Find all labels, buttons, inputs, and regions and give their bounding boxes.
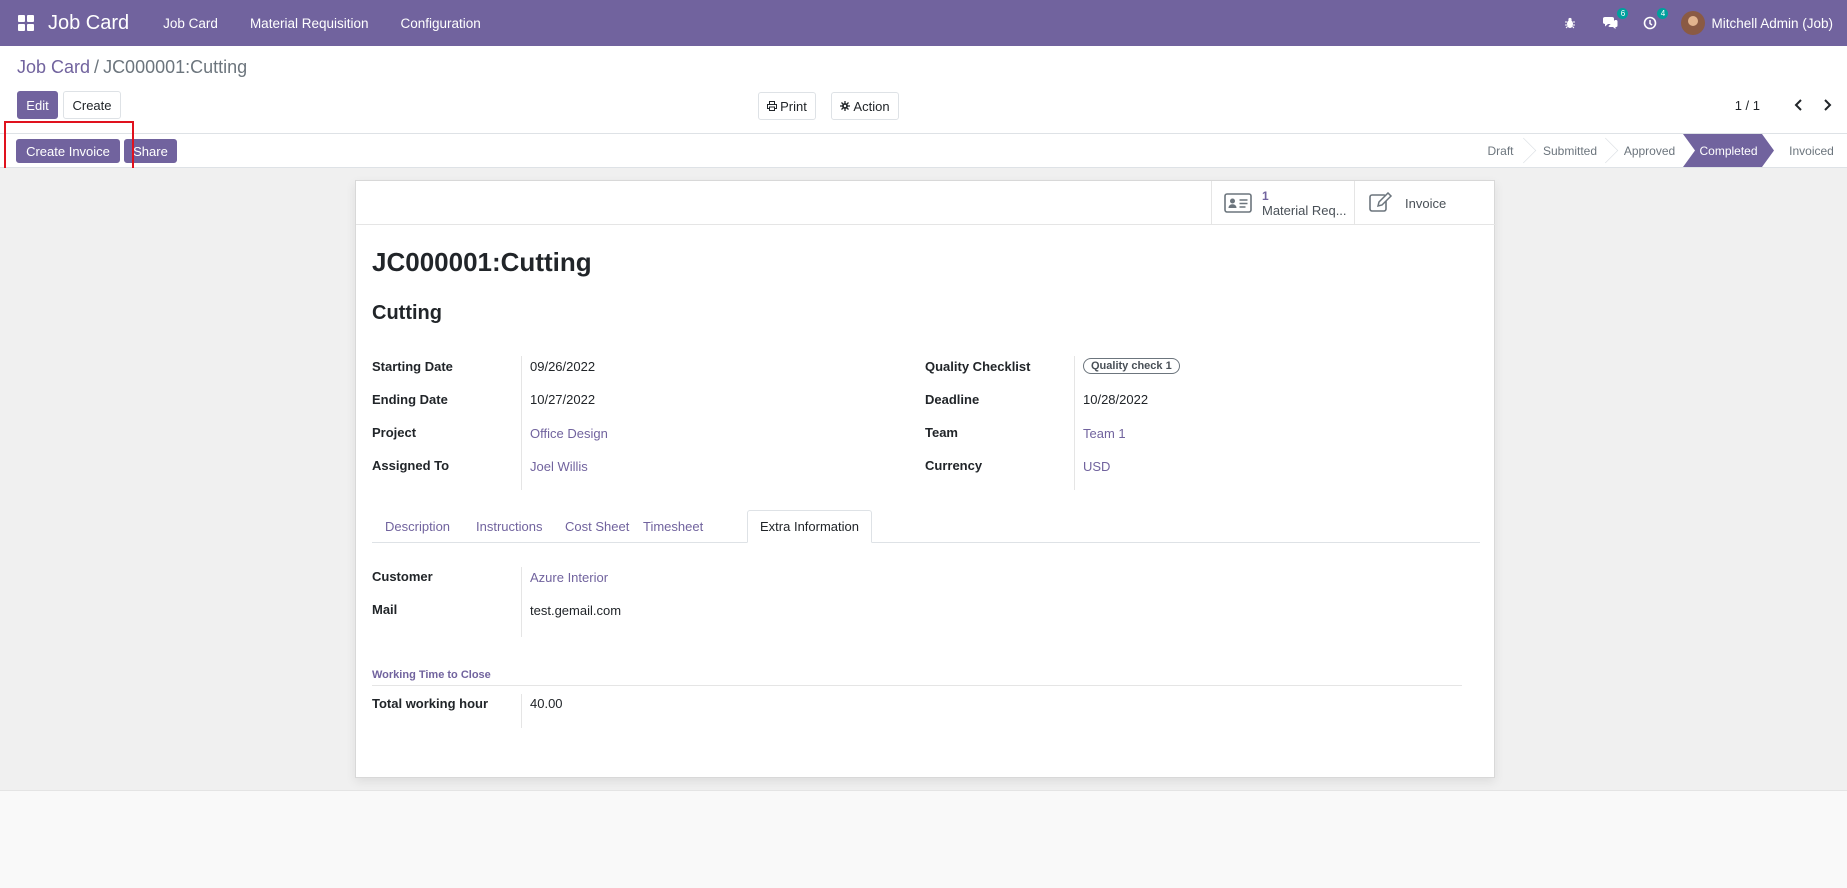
user-menu[interactable]: Mitchell Admin (Job) bbox=[1711, 16, 1833, 31]
stage-draft[interactable]: Draft bbox=[1473, 134, 1528, 167]
edit-button[interactable]: Edit bbox=[17, 91, 58, 119]
assigned-to-label: Assigned To bbox=[372, 458, 450, 473]
chevron-left-icon[interactable] bbox=[1793, 97, 1805, 113]
mail-value: test.gemail.com bbox=[530, 603, 622, 618]
breadcrumb-current: JC000001:Cutting bbox=[103, 57, 248, 77]
quality-check-tag[interactable]: Quality check 1 bbox=[1083, 358, 1180, 374]
breadcrumb-separator: / bbox=[94, 57, 100, 77]
record-title: JC000001:Cutting bbox=[372, 247, 592, 277]
stage-completed[interactable]: Completed bbox=[1683, 134, 1774, 167]
section-separator bbox=[372, 685, 1462, 686]
apps-menu-icon[interactable] bbox=[18, 15, 34, 31]
starting-date-value: 09/26/2022 bbox=[530, 359, 596, 374]
statusbar: Create Invoice Share Draft Submitted App… bbox=[0, 133, 1847, 168]
currency-label: Currency bbox=[925, 458, 983, 473]
print-button[interactable]: Print bbox=[758, 92, 816, 120]
top-navbar: Job Card Job Card Material Requisition C… bbox=[0, 0, 1847, 46]
create-button[interactable]: Create bbox=[63, 91, 121, 119]
material-requisition-count: 1 bbox=[1262, 188, 1269, 203]
currency-link[interactable]: USD bbox=[1083, 459, 1110, 474]
deadline-label: Deadline bbox=[925, 392, 980, 407]
tab-cost-sheet[interactable]: Cost Sheet bbox=[565, 510, 629, 543]
tab-description[interactable]: Description bbox=[385, 510, 450, 543]
total-working-hour-label: Total working hour bbox=[372, 696, 489, 711]
left-group-divider bbox=[521, 356, 522, 490]
total-working-hour-value: 40.00 bbox=[530, 696, 563, 711]
record-subtitle: Cutting bbox=[372, 302, 442, 324]
material-requisition-smart-button[interactable]: 1 Material Req... bbox=[1211, 181, 1354, 225]
action-button[interactable]: Action bbox=[831, 92, 899, 120]
deadline-value: 10/28/2022 bbox=[1083, 392, 1149, 407]
material-requisition-label: Material Req... bbox=[1262, 202, 1347, 218]
stage-invoiced[interactable]: Invoiced bbox=[1776, 134, 1847, 167]
menu-configuration[interactable]: Configuration bbox=[385, 16, 497, 31]
starting-date-label: Starting Date bbox=[372, 359, 453, 374]
team-link[interactable]: Team 1 bbox=[1083, 426, 1126, 441]
id-card-icon bbox=[1224, 193, 1252, 213]
form-sheet: 1 Material Req... Invoice JC000001:Cutti… bbox=[355, 180, 1496, 778]
breadcrumb: Job Card / JC000001:Cutting bbox=[17, 57, 247, 78]
stage-submitted[interactable]: Submitted bbox=[1530, 134, 1610, 167]
notebook-tabs: Description Instructions Cost Sheet Time… bbox=[372, 510, 1480, 543]
invoice-label: Invoice bbox=[1405, 195, 1447, 211]
menu-job-card[interactable]: Job Card bbox=[147, 16, 234, 31]
navbar-systray: 6 4 Mitchell Admin (Job) bbox=[1561, 0, 1847, 46]
project-label: Project bbox=[372, 425, 417, 440]
smart-button-box: 1 Material Req... Invoice bbox=[356, 181, 1496, 225]
activities-badge: 4 bbox=[1657, 8, 1669, 19]
activity-clock-icon[interactable]: 4 bbox=[1641, 8, 1669, 32]
working-time-section-title: Working Time to Close bbox=[372, 669, 491, 681]
customer-label: Customer bbox=[372, 569, 433, 584]
print-icon bbox=[767, 101, 778, 111]
debug-bug-icon[interactable] bbox=[1561, 14, 1579, 32]
action-label: Action bbox=[853, 98, 890, 114]
project-link[interactable]: Office Design bbox=[530, 426, 608, 441]
app-brand[interactable]: Job Card bbox=[48, 12, 129, 35]
mail-label: Mail bbox=[372, 602, 398, 617]
edit-invoice-icon bbox=[1369, 192, 1393, 212]
chatter-area bbox=[0, 790, 1847, 888]
quality-checklist-label: Quality Checklist bbox=[925, 359, 1031, 374]
customer-link[interactable]: Azure Interior bbox=[530, 570, 608, 585]
invoice-smart-button[interactable]: Invoice bbox=[1354, 181, 1496, 225]
right-group-divider bbox=[1074, 356, 1075, 490]
total-divider bbox=[521, 694, 522, 728]
gear-icon bbox=[840, 101, 851, 111]
user-avatar[interactable] bbox=[1681, 11, 1706, 35]
stage-approved[interactable]: Approved bbox=[1612, 134, 1687, 167]
assigned-to-link[interactable]: Joel Willis bbox=[530, 459, 588, 474]
team-label: Team bbox=[925, 425, 958, 440]
extra-group-divider bbox=[521, 567, 522, 637]
tab-instructions[interactable]: Instructions bbox=[476, 510, 542, 543]
messages-chat-icon[interactable]: 6 bbox=[1601, 8, 1629, 32]
menu-material-requisition[interactable]: Material Requisition bbox=[234, 16, 385, 31]
messages-badge: 6 bbox=[1617, 8, 1629, 19]
print-label: Print bbox=[780, 98, 807, 114]
ending-date-label: Ending Date bbox=[372, 392, 448, 407]
tab-extra-information[interactable]: Extra Information bbox=[747, 510, 872, 543]
breadcrumb-parent[interactable]: Job Card bbox=[17, 57, 90, 77]
chevron-right-icon[interactable] bbox=[1821, 97, 1833, 113]
tab-timesheet[interactable]: Timesheet bbox=[643, 510, 703, 543]
pager-value[interactable]: 1 / 1 bbox=[1735, 98, 1760, 113]
ending-date-value: 10/27/2022 bbox=[530, 392, 596, 407]
